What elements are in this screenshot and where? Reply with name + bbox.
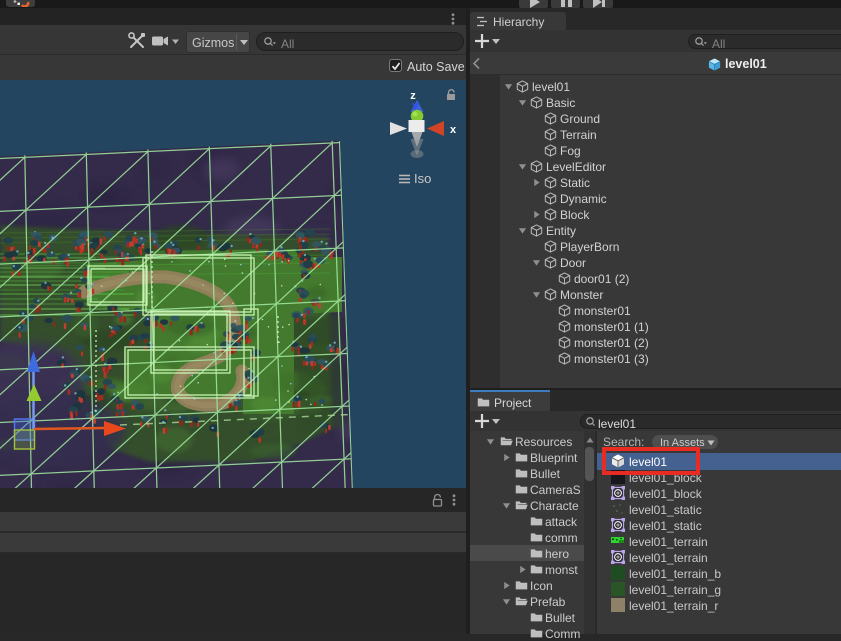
svg-text:Iso: Iso	[414, 171, 431, 186]
svg-text:x: x	[450, 124, 457, 136]
